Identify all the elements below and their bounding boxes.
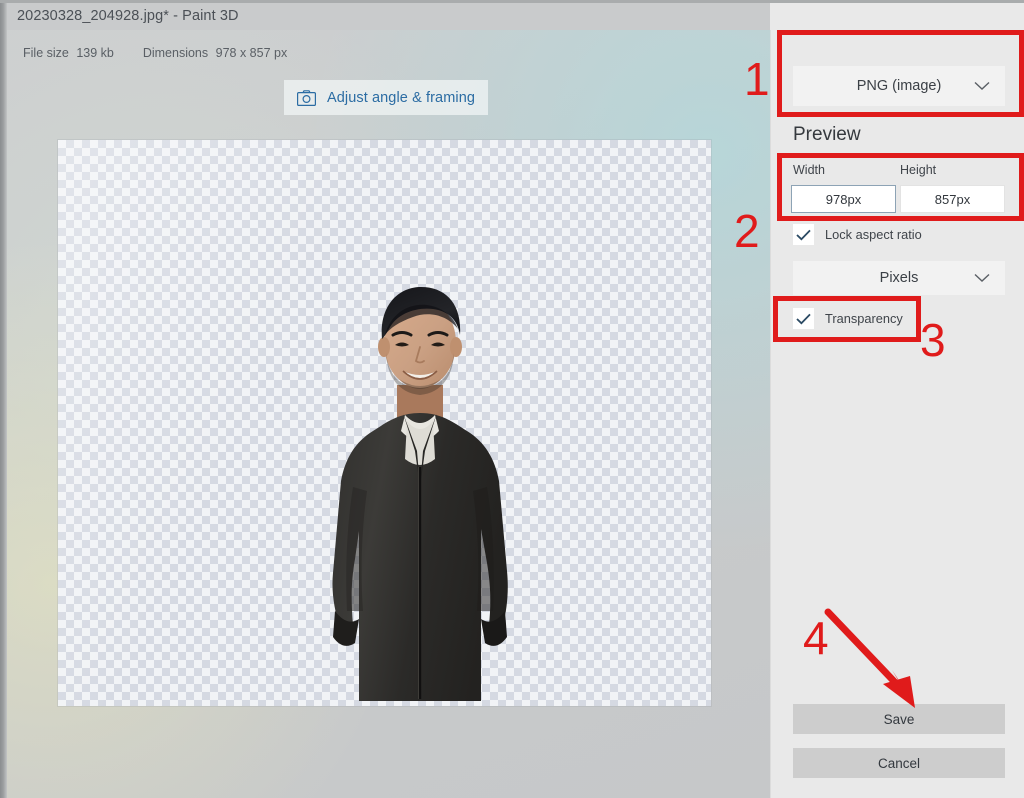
- transparency-label: Transparency: [825, 311, 903, 326]
- checkbox-box: [793, 308, 814, 329]
- adjust-angle-framing-label: Adjust angle & framing: [326, 89, 476, 106]
- file-type-value: PNG (image): [856, 78, 942, 94]
- window-title: 20230328_204928.jpg* - Paint 3D: [17, 8, 239, 24]
- width-label: Width: [793, 163, 825, 177]
- image-canvas[interactable]: [58, 140, 711, 706]
- file-size-value: 139 kb: [76, 46, 114, 60]
- preview-heading: Preview: [793, 124, 861, 145]
- save-button[interactable]: Save: [793, 704, 1005, 734]
- width-input[interactable]: 978px: [791, 185, 896, 213]
- checkbox-box: [793, 224, 814, 245]
- units-dropdown[interactable]: Pixels: [793, 261, 1005, 295]
- dimensions-value: 978 x 857 px: [215, 46, 288, 60]
- person-cutout-svg: [332, 287, 508, 701]
- file-info-bar: File size 139 kb Dimensions 978 x 857 px: [23, 46, 291, 60]
- checkmark-icon: [796, 313, 811, 324]
- window-left-edge: [0, 0, 7, 798]
- cancel-button[interactable]: Cancel: [793, 748, 1005, 778]
- chevron-down-icon: [974, 81, 990, 90]
- lock-aspect-ratio-label: Lock aspect ratio: [825, 227, 922, 242]
- checkmark-icon: [796, 229, 811, 240]
- height-input[interactable]: 857px: [900, 185, 1005, 213]
- camera-icon: [296, 89, 316, 106]
- chevron-down-icon: [974, 273, 990, 282]
- file-size-label: File size: [23, 46, 69, 60]
- person-cutout-image: [329, 281, 511, 706]
- transparency-checkbox[interactable]: Transparency: [793, 308, 903, 329]
- file-type-dropdown[interactable]: PNG (image): [793, 66, 1005, 106]
- window-top-edge: [0, 0, 1024, 3]
- lock-aspect-ratio-checkbox[interactable]: Lock aspect ratio: [793, 224, 922, 245]
- units-value: Pixels: [879, 270, 919, 286]
- paint3d-save-screen: 20230328_204928.jpg* - Paint 3D File siz…: [0, 0, 1024, 798]
- height-label: Height: [900, 163, 937, 177]
- adjust-angle-framing-button[interactable]: Adjust angle & framing: [284, 80, 488, 115]
- panel-top-filler: [770, 0, 1024, 30]
- dimensions-label: Dimensions: [142, 46, 209, 60]
